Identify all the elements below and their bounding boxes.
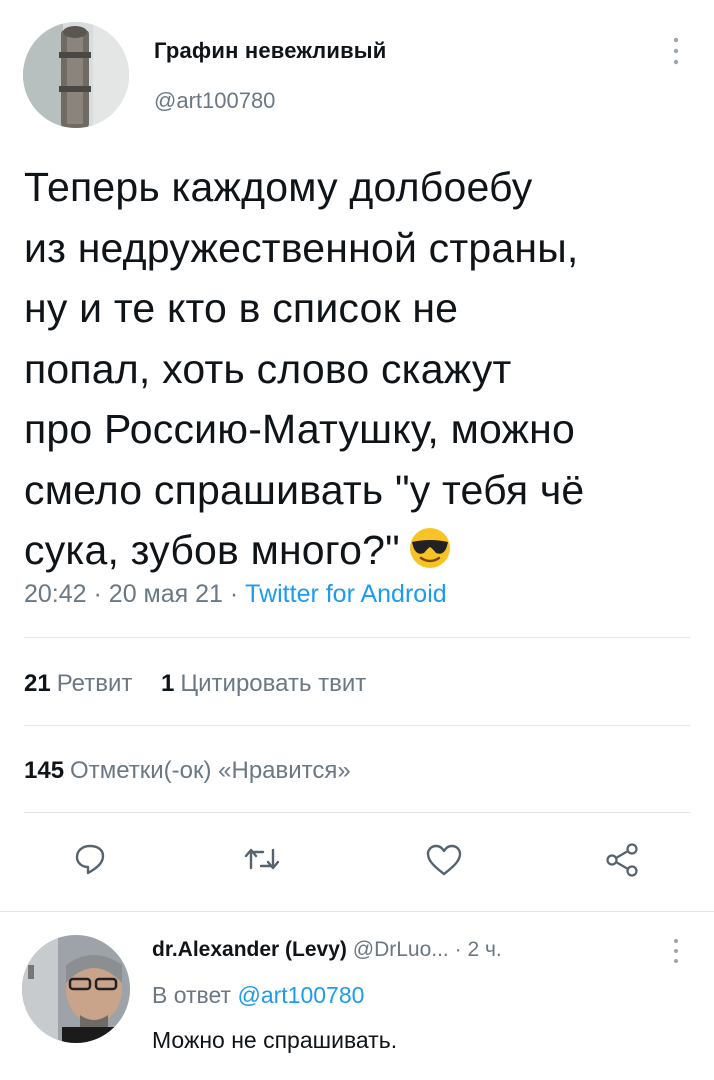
- retweet-button[interactable]: [243, 842, 281, 876]
- sunglasses-emoji-icon: [408, 526, 452, 570]
- tweet-date[interactable]: 20 мая 21: [109, 580, 223, 608]
- tweet-text-line: попал, хоть слово скажут: [24, 345, 512, 392]
- tweet-text-line: смело спрашивать "у тебя чё: [24, 466, 585, 513]
- divider: [24, 725, 690, 726]
- reply-author-handle[interactable]: @DrLuo...: [353, 938, 449, 961]
- reply-author-avatar[interactable]: [22, 935, 130, 1043]
- reply-header: dr.Alexander (Levy) @DrLuo... · 2 ч.: [152, 938, 502, 962]
- like-icon: [426, 844, 462, 876]
- divider: [24, 637, 690, 638]
- tweet-meta: 20:42 · 20 мая 21 · Twitter for Android: [24, 580, 447, 609]
- quotes-count: 1: [161, 670, 175, 697]
- reply-text: Можно не спрашивать.: [152, 1027, 398, 1053]
- like-button[interactable]: [425, 843, 463, 877]
- retweet-icon: [244, 848, 280, 870]
- tweet-text-line-last: сука, зубов много?": [24, 520, 704, 581]
- tweet-text-line: Теперь каждому долбоебу: [24, 164, 533, 210]
- retweets-label: Ретвит: [56, 670, 133, 697]
- reply-more-options-icon[interactable]: [668, 938, 684, 964]
- divider: [24, 812, 690, 813]
- reply-button[interactable]: [73, 842, 107, 876]
- author-name[interactable]: Графин невежливый: [154, 38, 387, 64]
- tweet-text-line: про Россию-Матушку, можно: [24, 406, 575, 452]
- more-options-icon[interactable]: [668, 36, 684, 66]
- author-handle[interactable]: @art100780: [154, 88, 275, 114]
- meta-separator: ·: [229, 580, 239, 608]
- tweet-text-line: ну и те кто в список не: [24, 285, 459, 331]
- reply-context: В ответ @art100780: [152, 982, 364, 1009]
- quotes-stat[interactable]: 1 Цитировать твит: [161, 670, 366, 697]
- likes-stat[interactable]: 145 Отметки(-ок) «Нравится»: [24, 757, 351, 785]
- in-reply-handle-link[interactable]: @art100780: [237, 982, 364, 1008]
- tweet-text-line: сука, зубов много?": [24, 527, 400, 573]
- retweet-quote-stats: 21 Ретвит 1 Цитировать твит: [24, 670, 366, 698]
- tweet-text: Теперь каждому долбоебу из недружественн…: [24, 157, 704, 581]
- retweets-stat[interactable]: 21 Ретвит: [24, 670, 132, 697]
- reply-author-name[interactable]: dr.Alexander (Levy): [152, 938, 347, 961]
- share-button[interactable]: [604, 842, 640, 878]
- retweets-count: 21: [24, 670, 51, 697]
- reply-icon: [75, 844, 105, 875]
- section-divider: [0, 911, 714, 912]
- tweet-text-line: из недружественной страны,: [24, 224, 579, 271]
- quotes-label: Цитировать твит: [180, 670, 367, 697]
- author-avatar[interactable]: [23, 22, 129, 128]
- likes-count: 145: [24, 757, 65, 784]
- share-icon: [606, 843, 638, 877]
- reply-time[interactable]: · 2 ч.: [455, 938, 502, 961]
- in-reply-label: В ответ: [152, 982, 232, 1008]
- meta-separator: ·: [93, 580, 102, 608]
- tweet-source-link[interactable]: Twitter for Android: [245, 580, 446, 608]
- likes-label: Отметки(-ок) «Нравится»: [70, 757, 351, 784]
- tweet-time[interactable]: 20:42: [24, 580, 87, 608]
